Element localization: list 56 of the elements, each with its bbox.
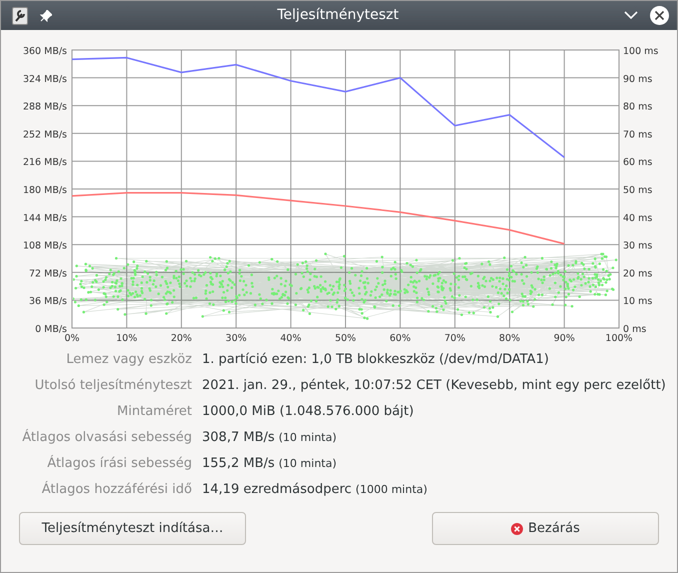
x-axis-label: 0% (64, 333, 80, 344)
start-benchmark-button[interactable]: Teljesítményteszt indítása… (19, 512, 246, 545)
y-axis-label: 360 MB/s (22, 46, 67, 57)
x-axis-label: 40% (280, 333, 302, 344)
sample-count: (10 minta) (278, 430, 337, 446)
y-axis-label: 60 ms (623, 157, 652, 168)
sample-count: (1000 minta) (356, 482, 428, 498)
y-axis-label: 144 MB/s (22, 212, 67, 224)
y-axis-label: 50 ms (623, 185, 652, 196)
wrench-app-icon (12, 6, 28, 24)
info-label: Mintaméret (116, 403, 192, 421)
info-value: 1000,0 MiB (1.048.576.000 bájt) (202, 403, 414, 421)
x-axis-label: 10% (116, 333, 138, 344)
y-axis-label: 20 ms (623, 268, 652, 280)
x-axis-label: 90% (554, 333, 575, 344)
sample-count: (10 minta) (278, 456, 337, 472)
y-axis-label: 252 MB/s (22, 129, 67, 140)
x-axis-label: 100% (605, 333, 633, 344)
y-axis-label: 36 MB/s (29, 296, 67, 308)
y-axis-label: 30 ms (623, 240, 652, 252)
x-axis-label: 70% (444, 333, 466, 344)
y-axis-label: 180 MB/s (22, 185, 67, 196)
y-axis-label: 324 MB/s (22, 74, 67, 85)
close-button[interactable]: Bezárás (432, 512, 659, 545)
x-axis-label: 50% (334, 333, 356, 344)
y-axis-label: 100 ms (623, 46, 658, 57)
y-axis-label: 72 MB/s (29, 268, 67, 280)
y-axis-label: 108 MB/s (22, 240, 67, 252)
info-value: 14,19 ezredmásodperc (202, 481, 352, 499)
info-label: Átlagos hozzáférési idő (40, 480, 192, 499)
y-axis-label: 40 ms (623, 212, 652, 224)
y-axis-label: 90 ms (623, 74, 652, 85)
y-axis-label: 80 ms (623, 102, 652, 113)
chevron-down-icon[interactable] (624, 11, 638, 20)
info-label: Átlagos írási sebesség (46, 454, 192, 473)
info-label: Lemez vagy eszköz (65, 351, 192, 369)
y-axis-label: 216 MB/s (22, 157, 67, 168)
y-axis-label: 288 MB/s (22, 102, 67, 113)
y-axis-label: 70 ms (623, 129, 652, 140)
info-value: 308,7 MB/s (202, 429, 275, 447)
y-axis-label: 0 MB/s (35, 324, 67, 335)
info-value: 2021. jan. 29., péntek, 10:07:52 CET (Kevesebb, mint egy perc ezelőtt) (202, 377, 666, 395)
x-axis-label: 60% (390, 333, 411, 344)
close-icon (511, 522, 524, 534)
info-value: 1. partíció ezen: 1,0 TB blokkeszköz (/dev/md/DATA1) (202, 351, 549, 369)
info-label: Utolsó teljesítményteszt (34, 377, 192, 395)
window-title: Teljesítményteszt (276, 6, 400, 25)
close-icon[interactable] (650, 6, 669, 25)
x-axis-label: 20% (170, 333, 192, 344)
info-value: 155,2 MB/s (202, 455, 275, 473)
pin-icon[interactable] (40, 10, 52, 22)
y-axis-label: 10 ms (623, 296, 652, 308)
x-axis-label: 80% (499, 333, 520, 344)
y-axis-label: 0 ms (623, 324, 646, 335)
info-label: Átlagos olvasási sebesség (21, 428, 192, 447)
x-axis-label: 30% (226, 333, 247, 344)
